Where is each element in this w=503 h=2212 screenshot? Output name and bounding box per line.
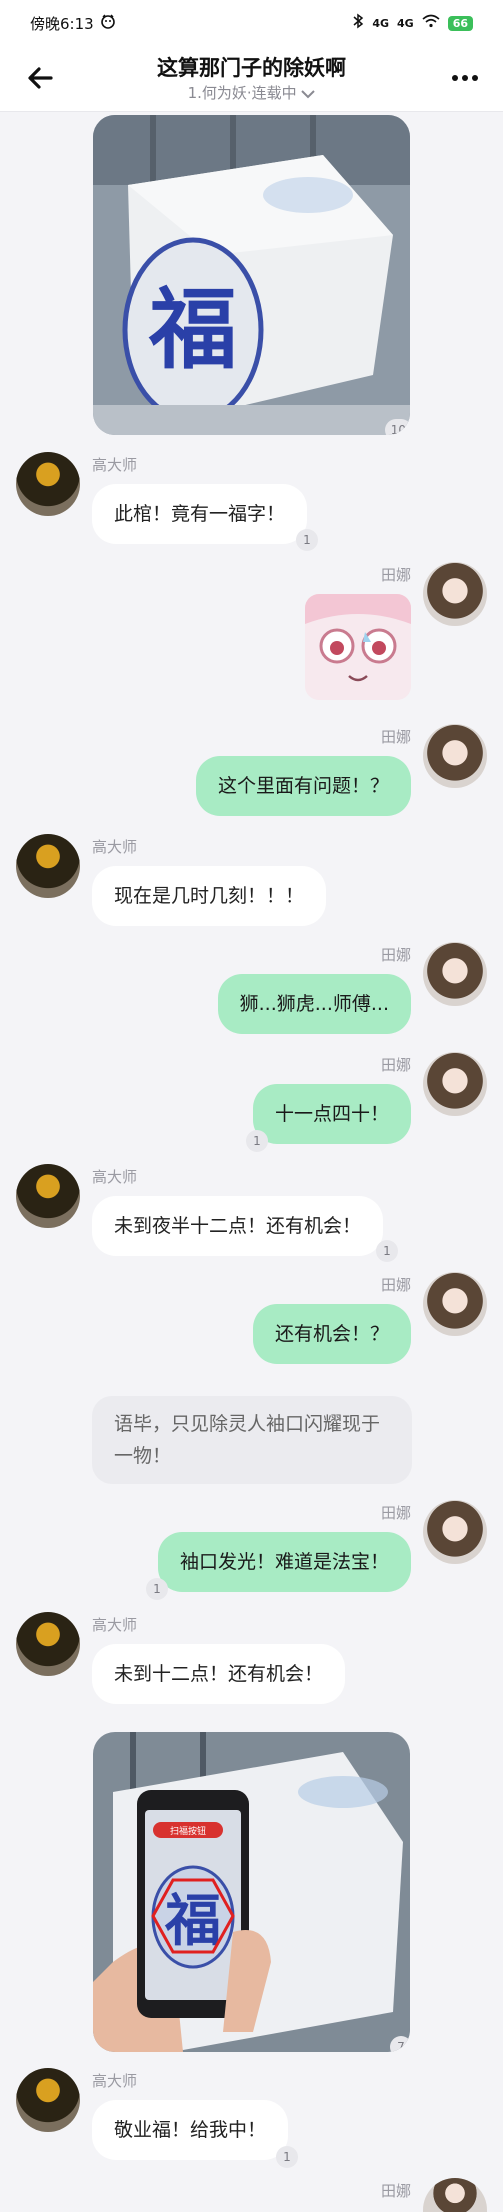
message-bubble[interactable]: 敬业福！给我中！ [92,2100,289,2160]
chapter-label: 1.何为妖·连载中 [187,84,297,102]
avatar-gao-dashi[interactable] [16,834,80,898]
wifi-icon [422,14,440,32]
fu-character: 福 [148,277,237,381]
comment-count[interactable]: 1 [246,1130,268,1152]
status-bar: 傍晚6:13 4G 4G 66 [0,0,503,46]
battery-indicator: 66 [447,15,473,31]
narration-bubble[interactable]: 语毕，只见除灵人袖口闪耀现于一物！ [92,1396,412,1484]
avatar-tian-na[interactable] [423,1500,487,1564]
sender-name: 田娜 [380,946,411,964]
sticker-image[interactable] [305,594,411,700]
avatar-tian-na[interactable] [423,562,487,626]
page-title: 这算那门子的除妖啊 [157,56,346,80]
message-bubble[interactable]: 未到夜半十二点！还有机会！ [92,1196,384,1256]
avatar-tian-na[interactable] [423,1052,487,1116]
nav-bar: 这算那门子的除妖啊 1.何为妖·连载中 [0,46,503,112]
sender-name: 高大师 [92,2072,138,2090]
fu-character-2: 福 [164,1888,221,1954]
comment-count[interactable]: 1 [296,529,318,551]
scan-fu-image[interactable]: 扫福按钮 福 7 [93,1732,410,2052]
image-comment-count[interactable]: 7 [390,2036,410,2052]
avatar-gao-dashi[interactable] [16,1164,80,1228]
comment-count[interactable]: 1 [146,1578,168,1600]
message-bubble[interactable]: 狮...狮虎...师傅... [217,974,411,1034]
sender-name: 田娜 [380,1276,411,1294]
comment-count[interactable]: 1 [276,2146,298,2168]
bluetooth-icon [352,13,364,33]
signal-icon: 4G [372,16,389,30]
message-bubble[interactable]: 袖口发光！难道是法宝！ [157,1532,411,1592]
sender-name: 高大师 [92,1616,138,1634]
chapter-selector[interactable]: 1.何为妖·连载中 [0,82,503,103]
sender-name: 高大师 [92,838,138,856]
message-bubble[interactable]: 此棺！竟有一福字！ [92,484,308,544]
status-time: 傍晚6:13 [30,14,94,33]
avatar-tian-na[interactable] [423,1272,487,1336]
comment-count[interactable]: 1 [376,1240,398,1262]
avatar-gao-dashi[interactable] [16,2068,80,2132]
coffin-image[interactable]: 福 10 [93,115,410,435]
message-bubble[interactable]: 十一点四十！ [252,1084,411,1144]
avatar-tian-na[interactable] [423,2178,487,2212]
app-notification-icon [100,13,116,33]
more-options-button[interactable] [447,60,483,96]
scan-button-label: 扫福按钮 [170,1825,206,1837]
image-comment-count[interactable]: 10 [384,419,410,435]
message-bubble[interactable]: 这个里面有问题！？ [195,756,411,816]
avatar-tian-na[interactable] [423,724,487,788]
avatar-gao-dashi[interactable] [16,1612,80,1676]
message-bubble[interactable]: 现在是几时几刻！！！ [92,866,327,926]
sender-name: 高大师 [92,1168,138,1186]
avatar-gao-dashi[interactable] [16,452,80,516]
sender-name: 田娜 [380,566,411,584]
sender-name: 田娜 [380,2182,411,2200]
chevron-down-icon [301,89,316,98]
message-bubble[interactable]: 未到十二点！还有机会！ [92,1644,346,1704]
sender-name: 田娜 [380,1056,411,1074]
sender-name: 田娜 [380,1504,411,1522]
avatar-tian-na[interactable] [423,942,487,1006]
signal-icon-2: 4G [397,16,414,30]
message-bubble[interactable]: 还有机会！？ [252,1304,411,1364]
sender-name: 高大师 [92,456,138,474]
sender-name: 田娜 [380,728,411,746]
